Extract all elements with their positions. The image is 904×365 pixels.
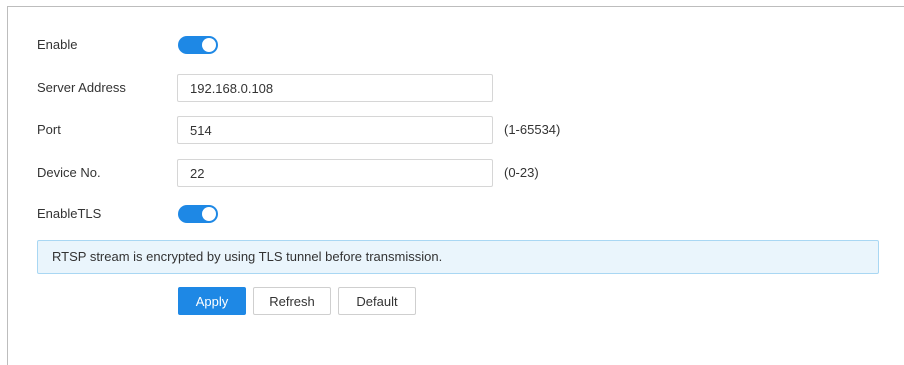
device-no-input[interactable] [177,159,493,187]
toggle-knob [202,38,216,52]
enable-label: Enable [37,37,78,52]
device-no-range-hint: (0-23) [504,165,539,180]
default-button[interactable]: Default [338,287,416,315]
enable-tls-toggle[interactable] [178,205,218,223]
refresh-button[interactable]: Refresh [253,287,331,315]
enable-tls-label: EnableTLS [37,206,102,221]
server-address-label: Server Address [37,80,126,95]
port-input[interactable] [177,116,493,144]
port-range-hint: (1-65534) [504,122,561,137]
apply-button[interactable]: Apply [178,287,246,315]
server-address-input[interactable] [177,74,493,102]
enable-toggle[interactable] [178,36,218,54]
tls-info-notice: RTSP stream is encrypted by using TLS tu… [37,240,879,274]
port-label: Port [37,122,61,137]
device-no-label: Device No. [37,165,101,180]
toggle-knob [202,207,216,221]
